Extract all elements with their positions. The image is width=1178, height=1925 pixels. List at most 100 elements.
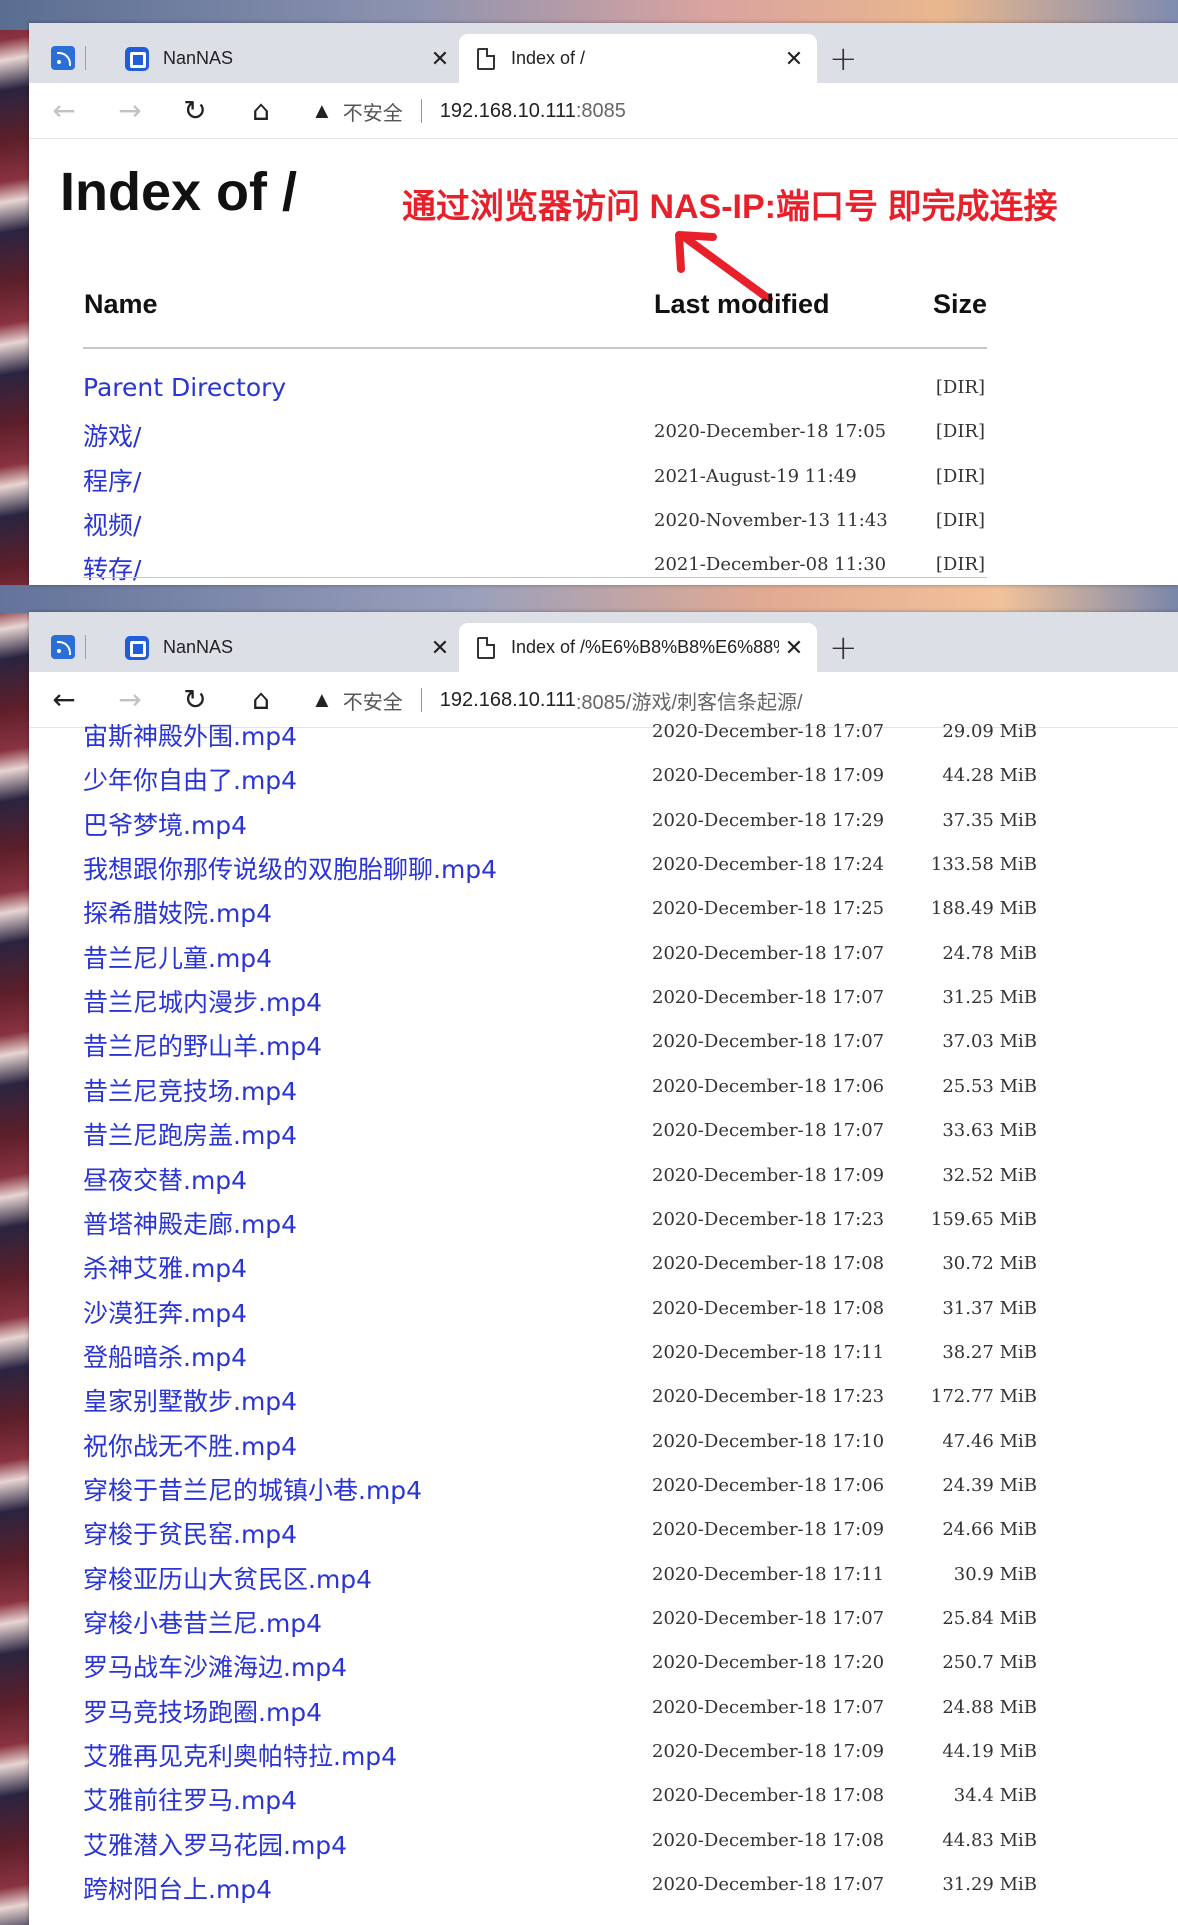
- desktop-wallpaper-left: [0, 0, 30, 1925]
- back-icon[interactable]: ←: [46, 682, 82, 718]
- back-icon[interactable]: ←: [46, 93, 82, 129]
- new-tab-icon[interactable]: +: [829, 628, 858, 668]
- list-item-modified: 2020-December-18 17:07: [652, 987, 885, 1009]
- list-item-link[interactable]: 艾雅前往罗马.mp4: [83, 1781, 297, 1817]
- column-header-name[interactable]: Name: [84, 289, 158, 320]
- column-header-size[interactable]: Size: [933, 289, 987, 320]
- list-item-size: 44.19 MiB: [942, 1741, 1037, 1763]
- list-item-modified: 2020-December-18 17:05: [654, 421, 887, 443]
- list-item-link[interactable]: 游戏/: [83, 417, 141, 453]
- url-host[interactable]: 192.168.10.111: [440, 689, 576, 712]
- url-separator: [420, 688, 422, 712]
- list-item-size: 47.46 MiB: [942, 1430, 1037, 1452]
- tab-bar: NanNAS ✕ Index of / ✕ +: [29, 23, 1178, 83]
- list-item-size: 159.65 MiB: [930, 1208, 1037, 1230]
- list-item-link[interactable]: 我想跟你那传说级的双胞胎聊聊.mp4: [83, 850, 497, 886]
- list-item-link[interactable]: 穿梭亚历山大贫民区.mp4: [83, 1560, 372, 1596]
- home-icon[interactable]: ⌂: [243, 682, 279, 718]
- address-bar[interactable]: ▲ 不安全 192.168.10.111 :8085/游戏/刺客信条起源/: [311, 676, 1171, 724]
- forward-icon[interactable]: →: [112, 93, 148, 129]
- list-item-modified: 2020-December-18 17:09: [652, 1519, 885, 1541]
- list-item-link[interactable]: 昼夜交替.mp4: [83, 1161, 247, 1197]
- list-item-modified: 2020-December-18 17:29: [652, 809, 885, 831]
- list-item-link[interactable]: 程序/: [83, 462, 141, 498]
- page-icon: [477, 47, 495, 70]
- list-item-link[interactable]: 艾雅潜入罗马花园.mp4: [83, 1826, 347, 1862]
- list-item-modified: 2021-August-19 11:49: [654, 465, 857, 487]
- list-item-modified: 2020-November-13 11:43: [654, 509, 888, 531]
- list-item-link[interactable]: 转存/: [83, 550, 141, 585]
- feed-icon[interactable]: [51, 635, 75, 659]
- tab-nannas[interactable]: NanNAS ✕: [111, 623, 463, 672]
- close-icon[interactable]: ✕: [779, 46, 809, 72]
- list-item-modified: 2020-December-18 17:07: [652, 1696, 885, 1718]
- url-host[interactable]: 192.168.10.111: [440, 100, 576, 123]
- list-item-link[interactable]: 穿梭于昔兰尼的城镇小巷.mp4: [83, 1471, 422, 1507]
- header-rule: [83, 347, 987, 349]
- tab-index[interactable]: Index of / ✕: [459, 34, 817, 83]
- new-tab-icon[interactable]: +: [829, 39, 858, 79]
- list-item-link[interactable]: 登船暗杀.mp4: [83, 1338, 247, 1374]
- list-item-link[interactable]: 少年你自由了.mp4: [83, 761, 297, 797]
- warning-icon[interactable]: ▲: [311, 98, 333, 124]
- url-rest[interactable]: :8085: [576, 100, 626, 123]
- list-item-modified: 2020-December-18 17:10: [652, 1430, 885, 1452]
- forward-icon[interactable]: →: [112, 682, 148, 718]
- list-item-link[interactable]: 巴爷梦境.mp4: [83, 806, 247, 842]
- feed-icon[interactable]: [51, 46, 75, 70]
- list-item-size: 29.09 MiB: [942, 721, 1037, 742]
- tab-bar: NanNAS ✕ Index of /%E6%B8%B8%E6%88% ✕ +: [29, 612, 1178, 672]
- list-item-size: 38.27 MiB: [942, 1341, 1037, 1363]
- list-item-size: 31.37 MiB: [942, 1297, 1037, 1319]
- close-icon[interactable]: ✕: [425, 635, 455, 661]
- close-icon[interactable]: ✕: [779, 635, 809, 661]
- list-item-link[interactable]: 皇家别墅散步.mp4: [83, 1382, 297, 1418]
- list-item-link[interactable]: 祝你战无不胜.mp4: [83, 1427, 297, 1463]
- reload-icon[interactable]: ↻: [177, 93, 213, 129]
- list-item-modified: 2020-December-18 17:06: [652, 1075, 885, 1097]
- list-item-link[interactable]: 昔兰尼竞技场.mp4: [83, 1072, 297, 1108]
- insecure-label[interactable]: 不安全: [343, 686, 403, 715]
- list-item-link[interactable]: 罗马战车沙滩海边.mp4: [83, 1648, 347, 1684]
- list-item-size: [DIR]: [935, 554, 985, 576]
- tab-label: Index of /%E6%B8%B8%E6%88%: [511, 637, 779, 657]
- home-icon[interactable]: ⌂: [243, 93, 279, 129]
- reload-icon[interactable]: ↻: [177, 682, 213, 718]
- warning-icon[interactable]: ▲: [311, 687, 333, 713]
- list-item-link[interactable]: Parent Directory: [83, 373, 286, 402]
- list-item-link[interactable]: 艾雅再见克利奥帕特拉.mp4: [83, 1737, 397, 1773]
- insecure-label[interactable]: 不安全: [343, 97, 403, 126]
- url-rest[interactable]: :8085/游戏/刺客信条起源/: [576, 686, 803, 715]
- list-item-link[interactable]: 穿梭小巷昔兰尼.mp4: [83, 1604, 322, 1640]
- list-item-link[interactable]: 普塔神殿走廊.mp4: [83, 1205, 297, 1241]
- list-item-link[interactable]: 昔兰尼跑房盖.mp4: [83, 1116, 297, 1152]
- page-content: Index of / 通过浏览器访问 NAS-IP:端口号 即完成连接 Name…: [29, 139, 1178, 585]
- list-item-size: 33.63 MiB: [942, 1120, 1037, 1142]
- list-item-link[interactable]: 昔兰尼儿童.mp4: [83, 939, 272, 975]
- tab-index-game[interactable]: Index of /%E6%B8%B8%E6%88% ✕: [459, 623, 817, 672]
- list-item-size: 34.4 MiB: [953, 1785, 1037, 1807]
- address-bar[interactable]: ▲ 不安全 192.168.10.111 :8085: [311, 87, 1171, 135]
- list-item-size: 30.72 MiB: [942, 1253, 1037, 1275]
- list-item-size: 30.9 MiB: [953, 1563, 1037, 1585]
- list-item-link[interactable]: 罗马竞技场跑圈.mp4: [83, 1693, 322, 1729]
- list-item-modified: 2020-December-18 17:09: [652, 765, 885, 787]
- list-item-link[interactable]: 跨树阳台上.mp4: [83, 1870, 272, 1906]
- column-header-modified[interactable]: Last modified: [654, 289, 830, 320]
- list-item-link[interactable]: 探希腊妓院.mp4: [83, 894, 272, 930]
- list-item-modified: 2020-December-18 17:25: [652, 898, 885, 920]
- list-item-link[interactable]: 昔兰尼的野山羊.mp4: [83, 1027, 322, 1063]
- list-item-size: 44.28 MiB: [942, 765, 1037, 787]
- list-item-modified: 2020-December-18 17:08: [652, 1785, 885, 1807]
- list-item-size: [DIR]: [935, 421, 985, 443]
- tab-nannas[interactable]: NanNAS ✕: [111, 34, 463, 83]
- close-icon[interactable]: ✕: [425, 46, 455, 72]
- list-item-link[interactable]: 杀神艾雅.mp4: [83, 1249, 247, 1285]
- list-item-link[interactable]: 视频/: [83, 506, 141, 542]
- list-item-link[interactable]: 宙斯神殿外围.mp4: [83, 717, 297, 753]
- list-item-modified: 2020-December-18 17:06: [652, 1474, 885, 1496]
- list-item-modified: 2020-December-18 17:11: [652, 1563, 885, 1585]
- list-item-link[interactable]: 昔兰尼城内漫步.mp4: [83, 983, 322, 1019]
- list-item-link[interactable]: 穿梭于贫民窑.mp4: [83, 1515, 297, 1551]
- list-item-link[interactable]: 沙漠狂奔.mp4: [83, 1294, 247, 1330]
